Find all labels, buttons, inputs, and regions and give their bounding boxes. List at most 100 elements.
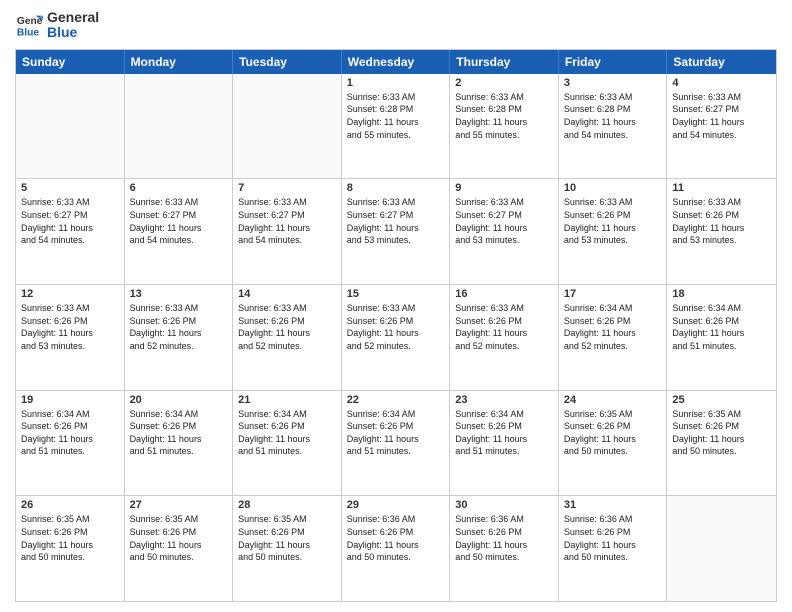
day-info: Sunrise: 6:33 AM Sunset: 6:28 PM Dayligh… — [564, 91, 662, 141]
day-info: Sunrise: 6:33 AM Sunset: 6:27 PM Dayligh… — [238, 196, 336, 246]
calendar-day: 15 Sunrise: 6:33 AM Sunset: 6:26 PM Dayli… — [342, 285, 451, 390]
day-info: Sunrise: 6:34 AM Sunset: 6:26 PM Dayligh… — [455, 408, 553, 458]
calendar-day: 29 Sunrise: 6:36 AM Sunset: 6:26 PM Dayli… — [342, 496, 451, 601]
page: General Blue General Blue SundayMondayTu… — [0, 0, 792, 612]
calendar-day: 28Sunrise: 6:35 AM Sunset: 6:26 PM Dayli… — [233, 496, 342, 601]
day-number: 18 — [672, 288, 771, 300]
calendar-day: 31Sunrise: 6:36 AM Sunset: 6:26 PM Dayli… — [559, 496, 668, 601]
weekday-header: Sunday — [16, 50, 125, 74]
day-number: 1 — [347, 77, 445, 89]
day-info: Sunrise: 6:36 AM Sunset: 6:26 PM Dayligh… — [564, 513, 662, 563]
calendar-day: 27 Sunrise: 6:35 AM Sunset: 6:26 PM Dayli… — [125, 496, 234, 601]
day-info: Sunrise: 6:33 AM Sunset: 6:28 PM Dayligh… — [347, 91, 445, 141]
day-info: Sunrise: 6:34 AM Sunset: 6:26 PM Dayligh… — [564, 302, 662, 352]
calendar-header: SundayMondayTuesdayWednesdayThursdayFrid… — [16, 50, 776, 74]
day-info: Sunrise: 6:33 AM Sunset: 6:27 PM Dayligh… — [455, 196, 553, 246]
day-number: 30 — [455, 499, 553, 511]
day-number: 7 — [238, 182, 336, 194]
day-number: 8 — [347, 182, 445, 194]
calendar-day: 21 Sunrise: 6:34 AM Sunset: 6:26 PM Dayli… — [233, 391, 342, 496]
calendar-day: 25 Sunrise: 6:35 AM Sunset: 6:26 PM Dayli… — [667, 391, 776, 496]
weekday-header: Saturday — [667, 50, 776, 74]
day-number: 9 — [455, 182, 553, 194]
calendar-body: 1 Sunrise: 6:33 AM Sunset: 6:28 PM Daylig… — [16, 74, 776, 601]
day-info: Sunrise: 6:33 AM Sunset: 6:26 PM Dayligh… — [238, 302, 336, 352]
day-info: Sunrise: 6:33 AM Sunset: 6:27 PM Dayligh… — [347, 196, 445, 246]
day-info: Sunrise: 6:33 AM Sunset: 6:27 PM Dayligh… — [21, 196, 119, 246]
day-number: 12 — [21, 288, 119, 300]
day-info: Sunrise: 6:35 AM Sunset: 6:26 PM Dayligh… — [672, 408, 771, 458]
day-number: 27 — [130, 499, 228, 511]
day-number: 21 — [238, 394, 336, 406]
day-info: Sunrise: 6:34 AM Sunset: 6:26 PM Dayligh… — [672, 302, 771, 352]
day-info: Sunrise: 6:33 AM Sunset: 6:28 PM Dayligh… — [455, 91, 553, 141]
calendar-day: 2 Sunrise: 6:33 AM Sunset: 6:28 PM Daylig… — [450, 74, 559, 179]
calendar-day: 24 Sunrise: 6:35 AM Sunset: 6:26 PM Dayli… — [559, 391, 668, 496]
calendar-week: 19 Sunrise: 6:34 AM Sunset: 6:26 PM Dayli… — [16, 391, 776, 497]
day-number: 11 — [672, 182, 771, 194]
calendar-day: 9 Sunrise: 6:33 AM Sunset: 6:27 PM Daylig… — [450, 179, 559, 284]
day-number: 10 — [564, 182, 662, 194]
calendar-day: 7 Sunrise: 6:33 AM Sunset: 6:27 PM Daylig… — [233, 179, 342, 284]
calendar-day: 20Sunrise: 6:34 AM Sunset: 6:26 PM Dayli… — [125, 391, 234, 496]
day-number: 29 — [347, 499, 445, 511]
weekday-header: Wednesday — [342, 50, 451, 74]
day-number: 4 — [672, 77, 771, 89]
calendar-day: 12 Sunrise: 6:33 AM Sunset: 6:26 PM Dayli… — [16, 285, 125, 390]
day-info: Sunrise: 6:33 AM Sunset: 6:26 PM Dayligh… — [130, 302, 228, 352]
day-info: Sunrise: 6:35 AM Sunset: 6:26 PM Dayligh… — [564, 408, 662, 458]
calendar-day: 4 Sunrise: 6:33 AM Sunset: 6:27 PM Daylig… — [667, 74, 776, 179]
day-number: 15 — [347, 288, 445, 300]
day-number: 6 — [130, 182, 228, 194]
calendar-day: 17 Sunrise: 6:34 AM Sunset: 6:26 PM Dayli… — [559, 285, 668, 390]
header: General Blue General Blue — [15, 10, 777, 41]
calendar-empty-cell — [16, 74, 125, 179]
calendar-day: 26 Sunrise: 6:35 AM Sunset: 6:26 PM Dayli… — [16, 496, 125, 601]
day-info: Sunrise: 6:33 AM Sunset: 6:26 PM Dayligh… — [347, 302, 445, 352]
calendar-week: 12 Sunrise: 6:33 AM Sunset: 6:26 PM Dayli… — [16, 285, 776, 391]
calendar-empty-cell — [233, 74, 342, 179]
day-info: Sunrise: 6:33 AM Sunset: 6:26 PM Dayligh… — [21, 302, 119, 352]
calendar-day: 6Sunrise: 6:33 AM Sunset: 6:27 PM Daylig… — [125, 179, 234, 284]
day-info: Sunrise: 6:33 AM Sunset: 6:26 PM Dayligh… — [455, 302, 553, 352]
day-number: 17 — [564, 288, 662, 300]
day-info: Sunrise: 6:35 AM Sunset: 6:26 PM Dayligh… — [130, 513, 228, 563]
day-info: Sunrise: 6:33 AM Sunset: 6:26 PM Dayligh… — [672, 196, 771, 246]
calendar-day: 3 Sunrise: 6:33 AM Sunset: 6:28 PM Daylig… — [559, 74, 668, 179]
calendar-empty-cell — [125, 74, 234, 179]
calendar-day: 11 Sunrise: 6:33 AM Sunset: 6:26 PM Dayli… — [667, 179, 776, 284]
logo-text: General Blue — [47, 10, 99, 41]
calendar-day: 16 Sunrise: 6:33 AM Sunset: 6:26 PM Dayli… — [450, 285, 559, 390]
day-info: Sunrise: 6:36 AM Sunset: 6:26 PM Dayligh… — [347, 513, 445, 563]
day-info: Sunrise: 6:36 AM Sunset: 6:26 PM Dayligh… — [455, 513, 553, 563]
day-number: 14 — [238, 288, 336, 300]
calendar-day: 5Sunrise: 6:33 AM Sunset: 6:27 PM Daylig… — [16, 179, 125, 284]
day-info: Sunrise: 6:34 AM Sunset: 6:26 PM Dayligh… — [21, 408, 119, 458]
weekday-header: Tuesday — [233, 50, 342, 74]
day-info: Sunrise: 6:33 AM Sunset: 6:27 PM Dayligh… — [672, 91, 771, 141]
day-number: 2 — [455, 77, 553, 89]
calendar-day: 19 Sunrise: 6:34 AM Sunset: 6:26 PM Dayli… — [16, 391, 125, 496]
calendar-week: 26 Sunrise: 6:35 AM Sunset: 6:26 PM Dayli… — [16, 496, 776, 601]
day-info: Sunrise: 6:34 AM Sunset: 6:26 PM Dayligh… — [347, 408, 445, 458]
calendar-day: 14 Sunrise: 6:33 AM Sunset: 6:26 PM Dayli… — [233, 285, 342, 390]
day-number: 13 — [130, 288, 228, 300]
calendar-day: 30 Sunrise: 6:36 AM Sunset: 6:26 PM Dayli… — [450, 496, 559, 601]
day-info: Sunrise: 6:34 AM Sunset: 6:26 PM Dayligh… — [238, 408, 336, 458]
day-number: 16 — [455, 288, 553, 300]
day-number: 23 — [455, 394, 553, 406]
day-info: Sunrise: 6:35 AM Sunset: 6:26 PM Dayligh… — [21, 513, 119, 563]
day-number: 26 — [21, 499, 119, 511]
day-number: 24 — [564, 394, 662, 406]
calendar: SundayMondayTuesdayWednesdayThursdayFrid… — [15, 49, 777, 602]
day-number: 19 — [21, 394, 119, 406]
calendar-empty-cell — [667, 496, 776, 601]
weekday-header: Monday — [125, 50, 234, 74]
calendar-week: 1 Sunrise: 6:33 AM Sunset: 6:28 PM Daylig… — [16, 74, 776, 180]
logo: General Blue General Blue — [15, 10, 99, 41]
day-info: Sunrise: 6:33 AM Sunset: 6:26 PM Dayligh… — [564, 196, 662, 246]
day-number: 25 — [672, 394, 771, 406]
calendar-day: 1 Sunrise: 6:33 AM Sunset: 6:28 PM Daylig… — [342, 74, 451, 179]
day-number: 3 — [564, 77, 662, 89]
calendar-day: 13 Sunrise: 6:33 AM Sunset: 6:26 PM Dayli… — [125, 285, 234, 390]
